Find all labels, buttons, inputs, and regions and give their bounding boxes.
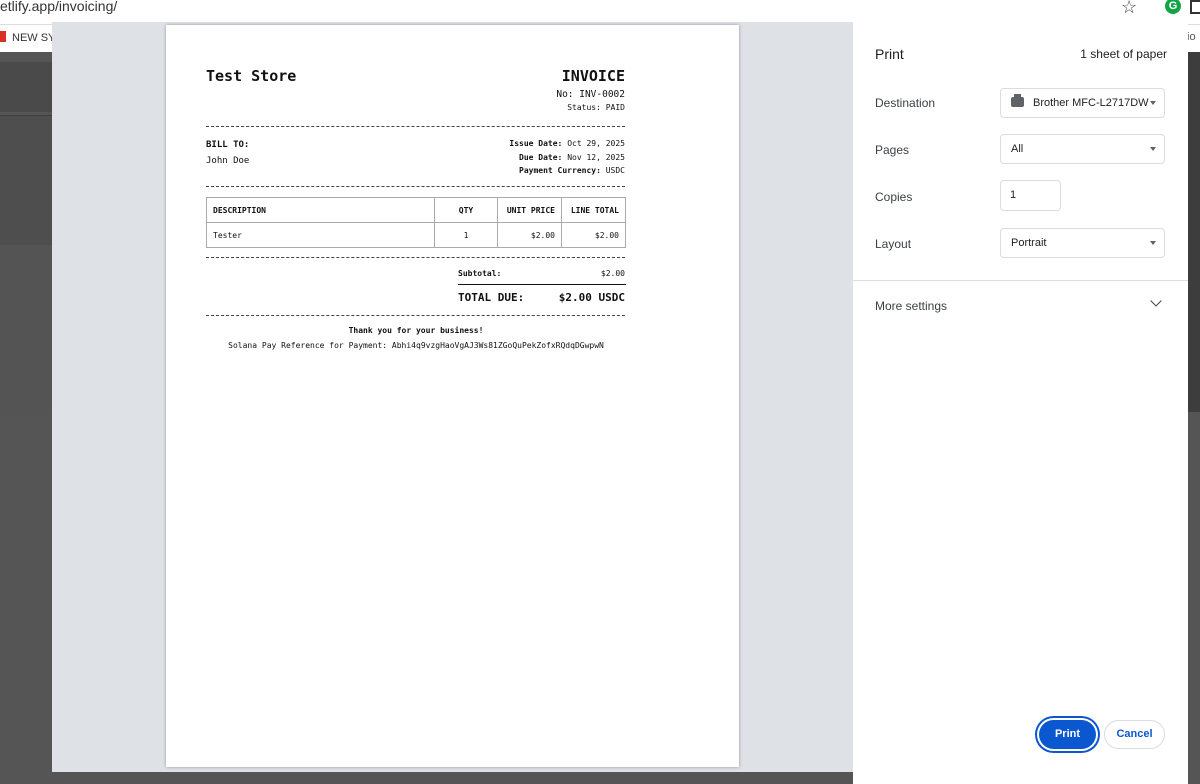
subtotal-label: Subtotal: bbox=[458, 269, 502, 278]
star-icon[interactable]: ☆ bbox=[1121, 0, 1137, 18]
column-header: UNIT PRICE bbox=[497, 197, 562, 223]
chevron-down-icon[interactable] bbox=[1150, 295, 1162, 307]
thank-you-note: Thank you for your business! bbox=[348, 326, 484, 335]
backdrop-block bbox=[0, 245, 52, 415]
print-button[interactable]: Print bbox=[1039, 720, 1096, 749]
item-line-total: $2.00 bbox=[561, 222, 626, 248]
divider bbox=[206, 186, 625, 187]
backdrop-block bbox=[0, 62, 52, 112]
issue-date-row: Issue Date: Oct 29, 2025 bbox=[509, 139, 625, 148]
column-header: LINE TOTAL bbox=[561, 197, 626, 223]
divider bbox=[206, 315, 625, 316]
divider bbox=[206, 126, 625, 127]
table-header-row: DESCRIPTION QTY UNIT PRICE LINE TOTAL bbox=[206, 197, 626, 223]
cancel-button[interactable]: Cancel bbox=[1104, 720, 1165, 749]
due-date-row: Due Date: Nov 12, 2025 bbox=[519, 153, 625, 162]
subtotal-value: $2.00 bbox=[600, 269, 625, 278]
backdrop-block bbox=[0, 115, 52, 246]
grammarly-icon[interactable]: G bbox=[1165, 0, 1181, 14]
issue-date-label: Issue Date: bbox=[509, 139, 563, 148]
layout-select[interactable]: Portrait bbox=[1000, 228, 1165, 258]
line-items-table: DESCRIPTION QTY UNIT PRICE LINE TOTAL Te… bbox=[206, 197, 626, 248]
pages-select[interactable]: All bbox=[1000, 134, 1165, 164]
bookmark-item-right[interactable]: io bbox=[1187, 31, 1196, 43]
pages-value: All bbox=[1011, 143, 1024, 155]
invoice-number: No: INV-0002 bbox=[556, 89, 625, 100]
due-date: Nov 12, 2025 bbox=[567, 153, 625, 162]
due-date-label: Due Date: bbox=[519, 153, 563, 162]
total-due-label: TOTAL DUE: bbox=[458, 291, 525, 304]
layout-label: Layout bbox=[875, 237, 912, 251]
print-settings-panel: Print 1 sheet of paper Destination Broth… bbox=[853, 22, 1188, 784]
invoice-sheet: Test Store INVOICE No: INV-0002 Status: … bbox=[166, 25, 739, 767]
total-rule bbox=[458, 284, 626, 285]
bookmark-icon bbox=[0, 31, 6, 42]
bookmark-label: NEW SY bbox=[12, 32, 56, 44]
copies-label: Copies bbox=[875, 190, 913, 204]
item-unit-price: $2.00 bbox=[497, 222, 562, 248]
payment-reference: Solana Pay Reference for Payment: Abhi4q… bbox=[228, 341, 604, 350]
invoice-title: INVOICE bbox=[561, 67, 625, 85]
extension-icon[interactable] bbox=[1190, 0, 1200, 14]
currency-row: Payment Currency: USDC bbox=[519, 166, 625, 175]
column-header: QTY bbox=[434, 197, 498, 223]
pages-label: Pages bbox=[875, 143, 910, 157]
bill-to-name: John Doe bbox=[206, 156, 250, 166]
destination-label: Destination bbox=[875, 96, 936, 110]
layout-value: Portrait bbox=[1011, 237, 1047, 249]
sheet-count: 1 sheet of paper bbox=[1080, 47, 1167, 61]
item-description: Tester bbox=[206, 222, 435, 248]
panel-title: Print bbox=[875, 46, 904, 62]
issue-date: Oct 29, 2025 bbox=[567, 139, 625, 148]
print-preview[interactable]: Test Store INVOICE No: INV-0002 Status: … bbox=[52, 22, 853, 772]
dropdown-arrow-icon bbox=[1150, 147, 1156, 151]
backdrop-scrollbar bbox=[1188, 52, 1200, 412]
copies-input[interactable]: 1 bbox=[1000, 180, 1061, 211]
table-row: Tester 1 $2.00 $2.00 bbox=[206, 222, 626, 248]
printer-icon bbox=[1011, 94, 1024, 107]
store-name: Test Store bbox=[206, 67, 297, 85]
divider bbox=[206, 257, 625, 258]
url-text[interactable]: etlify.app/invoicing/ bbox=[0, 0, 117, 14]
item-qty: 1 bbox=[434, 222, 498, 248]
column-header: DESCRIPTION bbox=[206, 197, 435, 223]
more-settings-toggle[interactable]: More settings bbox=[875, 299, 947, 313]
invoice-status: Status: PAID bbox=[567, 103, 625, 112]
destination-select[interactable]: Brother MFC-L2717DW bbox=[1000, 88, 1165, 118]
dropdown-arrow-icon bbox=[1150, 241, 1156, 245]
bill-to-label: BILL TO: bbox=[206, 140, 250, 150]
destination-value: Brother MFC-L2717DW bbox=[1033, 97, 1149, 109]
currency: USDC bbox=[605, 166, 625, 175]
total-due-value: $2.00 USDC bbox=[558, 291, 625, 304]
panel-divider bbox=[853, 280, 1188, 281]
bookmark-item[interactable]: NEW SY bbox=[0, 31, 55, 44]
currency-label: Payment Currency: bbox=[519, 166, 601, 175]
dropdown-arrow-icon bbox=[1150, 101, 1156, 105]
